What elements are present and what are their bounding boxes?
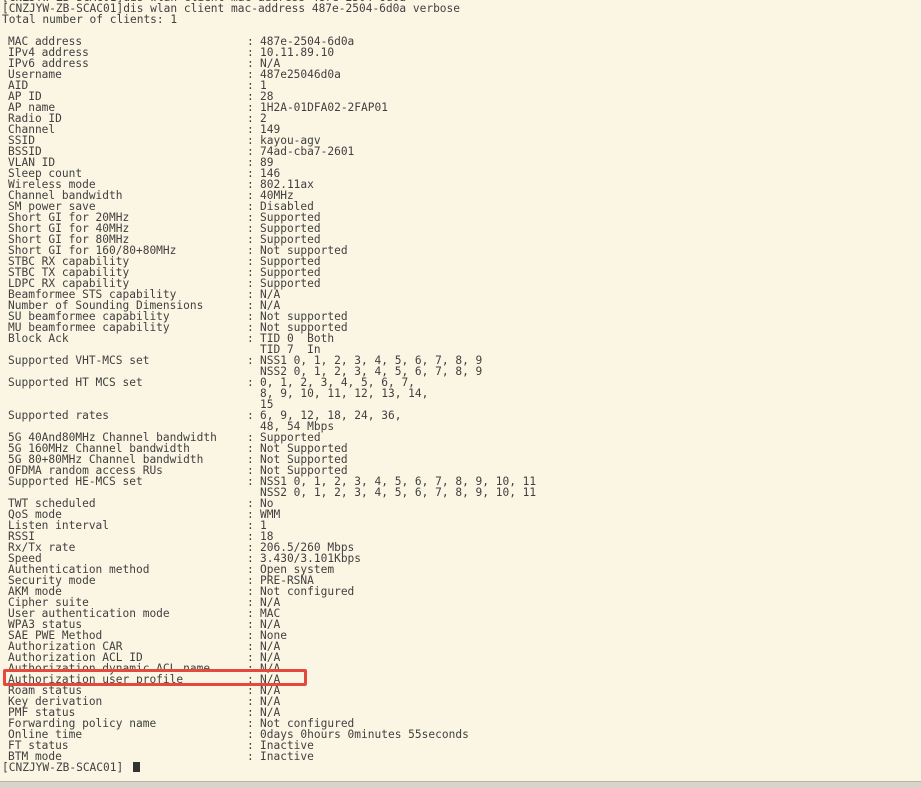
field-row: Listen interval:1	[0, 520, 921, 531]
command-prompt-line[interactable]: [CNZJYW-ZB-SCAC01]	[0, 762, 921, 773]
field-value: Inactive	[260, 750, 314, 763]
field-row: Block Ack: TID 0 Both	[0, 333, 921, 344]
field-row: FT status: Inactive	[0, 740, 921, 751]
field-separator: :	[247, 332, 254, 345]
terminal-header-line: Total number of clients: 1	[0, 14, 921, 25]
field-separator: :	[247, 750, 254, 763]
field-row: VLAN ID:89	[0, 157, 921, 168]
field-row: Short GI for 20MHz: Supported	[0, 212, 921, 223]
field-row: Sleep count:146	[0, 168, 921, 179]
field-row: Rx/Tx rate:206.5/260 Mbps	[0, 542, 921, 553]
field-row: Roam status: N/A	[0, 685, 921, 696]
field-row: 15	[0, 399, 921, 410]
field-row: BTM mode: Inactive	[0, 751, 921, 762]
field-row: Authentication method: Open system	[0, 564, 921, 575]
field-row: IPv4 address:10.11.89.10	[0, 47, 921, 58]
field-row: SSID: kayou-agv	[0, 135, 921, 146]
field-row: Channel:149	[0, 124, 921, 135]
field-row: NSS2 0, 1, 2, 3, 4, 5, 6, 7, 8, 9, 10, 1…	[0, 487, 921, 498]
field-value: NSS2 0, 1, 2, 3, 4, 5, 6, 7, 8, 9, 10, 1…	[260, 486, 537, 499]
field-row: SM power save: Disabled	[0, 201, 921, 212]
field-row: STBC RX capability: Supported	[0, 256, 921, 267]
field-row: WPA3 status: N/A	[0, 619, 921, 630]
window-bottom-border	[0, 781, 921, 788]
field-key: Supported HT MCS set	[8, 376, 143, 389]
field-row: Username:487e25046d0a	[0, 69, 921, 80]
field-value: 74ad-cba7-2601	[260, 145, 355, 158]
field-row: AID:1	[0, 80, 921, 91]
field-row: QoS mode: WMM	[0, 509, 921, 520]
field-row: AP name:1H2A-01DFA02-2FAP01	[0, 102, 921, 113]
field-row: Supported HT MCS set:0, 1, 2, 3, 4, 5, 6…	[0, 377, 921, 388]
field-row: Online time:0days 0hours 0minutes 55seco…	[0, 729, 921, 740]
field-value: 8, 9, 10, 11, 12, 13, 14,	[260, 387, 429, 400]
field-key: Supported VHT-MCS set	[8, 354, 150, 367]
field-row: Wireless mode:802.11ax	[0, 179, 921, 190]
header-text: Total number of clients: 1	[2, 13, 178, 26]
field-row: Supported rates:6, 9, 12, 18, 24, 36,	[0, 410, 921, 421]
field-key: Block Ack	[8, 332, 69, 345]
field-row: MAC address:487e-2504-6d0a	[0, 36, 921, 47]
field-row: IPv6 address: N/A	[0, 58, 921, 69]
field-row: STBC TX capability: Supported	[0, 267, 921, 278]
field-row: BSSID:74ad-cba7-2601	[0, 146, 921, 157]
field-key: Supported HE-MCS set	[8, 475, 143, 488]
field-row: User authentication mode: MAC	[0, 608, 921, 619]
field-separator: :	[247, 376, 254, 389]
terminal-output[interactable]: [CNZJYW-ZB-SCAC01]dis wlan client mac-ad…	[0, 0, 921, 778]
field-row: Radio ID:2	[0, 113, 921, 124]
field-value: 487e25046d0a	[260, 68, 341, 81]
field-row: SAE PWE Method: None	[0, 630, 921, 641]
terminal-header-line	[0, 25, 921, 36]
field-row: Key derivation: N/A	[0, 696, 921, 707]
field-row: AP ID:28	[0, 91, 921, 102]
field-row: 8, 9, 10, 11, 12, 13, 14,	[0, 388, 921, 399]
field-value: 1H2A-01DFA02-2FAP01	[260, 101, 388, 114]
field-row: MU beamformee capability: Not supported	[0, 322, 921, 333]
field-key: Supported rates	[8, 409, 110, 422]
field-separator: :	[247, 475, 254, 488]
command-prompt: [CNZJYW-ZB-SCAC01]	[2, 761, 130, 774]
field-row: TWT scheduled: No	[0, 498, 921, 509]
highlighted-field-row: Authorization user profile: N/A	[0, 674, 921, 685]
field-row: AKM mode: Not configured	[0, 586, 921, 597]
field-row: Channel bandwidth:40MHz	[0, 190, 921, 201]
field-row: Short GI for 160/80+80MHz: Not supported	[0, 245, 921, 256]
field-separator: :	[247, 409, 254, 422]
field-row: Security mode: PRE-RSNA	[0, 575, 921, 586]
text-cursor	[133, 762, 140, 772]
field-row: RSSI:18	[0, 531, 921, 542]
field-separator: :	[247, 354, 254, 367]
field-row: Short GI for 40MHz: Supported	[0, 223, 921, 234]
